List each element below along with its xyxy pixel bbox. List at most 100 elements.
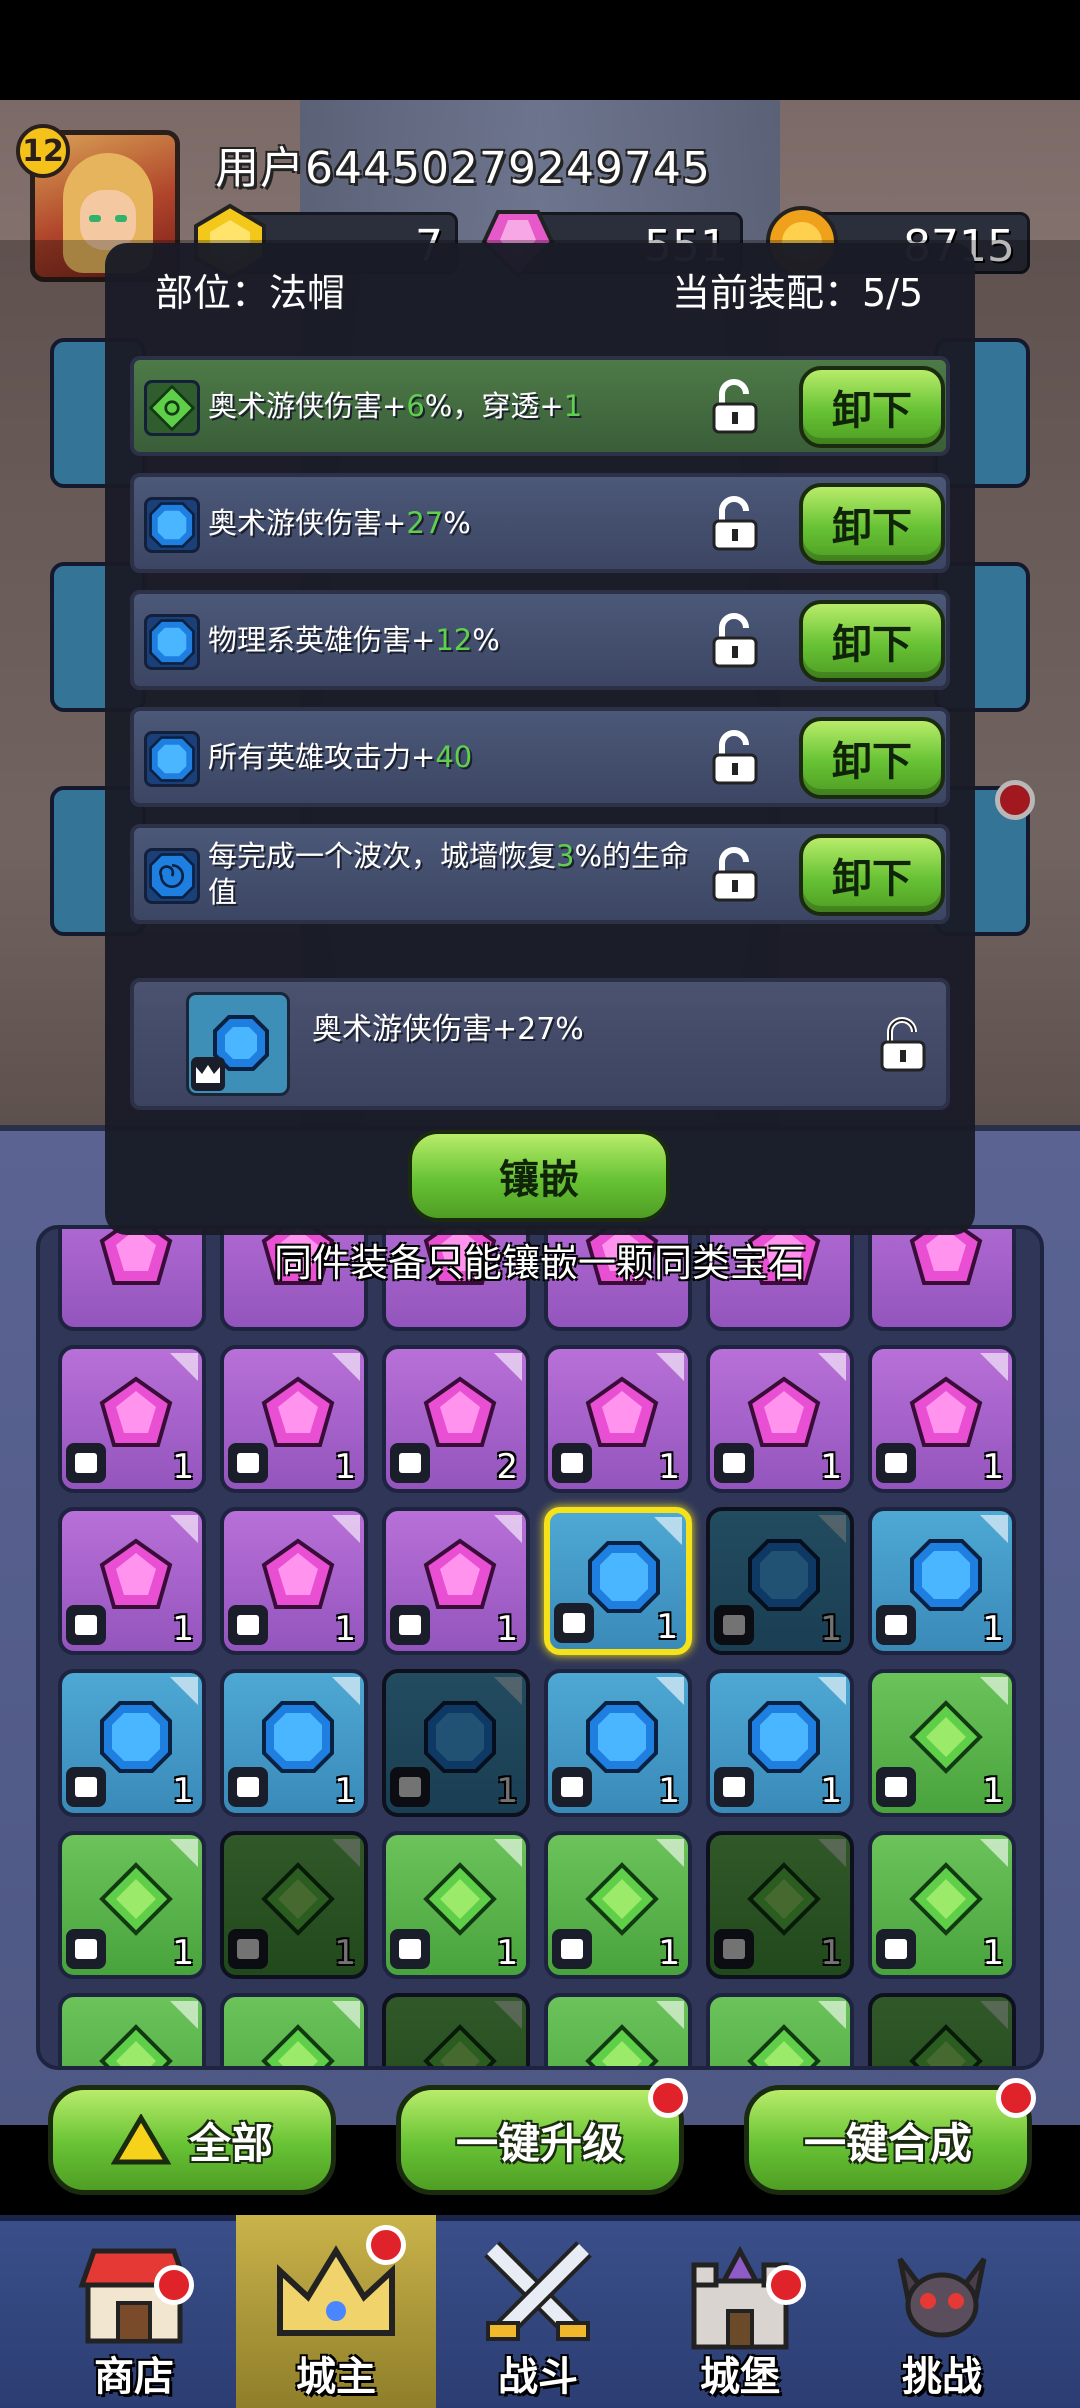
gem-slot[interactable]: 1	[58, 1831, 206, 1979]
gem-count: 1	[334, 1609, 356, 1649]
gem-slot[interactable]: 1	[868, 1831, 1016, 1979]
upgrade-badge	[648, 2078, 688, 2118]
gem-slot[interactable]: 1	[58, 1669, 206, 1817]
remove-gem-button[interactable]: 卸下	[799, 717, 945, 799]
nav-castle[interactable]: 城堡	[640, 2215, 840, 2408]
gem-slot[interactable]: 1	[706, 1507, 854, 1655]
gem-effect-text: 奥术游侠伤害+27%	[208, 506, 471, 540]
player-name: 用户64450279249745	[215, 143, 711, 194]
gem-count: 1	[658, 1771, 680, 1811]
gem-slot[interactable]: 1	[58, 1345, 206, 1493]
lock-open-icon[interactable]	[706, 495, 764, 553]
gem-count: 1	[656, 1607, 678, 1647]
green-gem-icon	[144, 380, 200, 436]
lock-open-icon[interactable]	[706, 846, 764, 904]
gem-slot[interactable]: 1	[706, 1831, 854, 1979]
nav-battle[interactable]: 战斗	[438, 2215, 638, 2408]
gem-count: 2	[496, 1447, 518, 1487]
popup-slot-title: 部位：法帽	[155, 271, 346, 315]
gem-slot[interactable]: 1	[706, 1345, 854, 1493]
lock-open-icon[interactable]	[706, 612, 764, 670]
selected-gem-card[interactable]	[186, 992, 290, 1096]
blue-gem-icon	[144, 497, 200, 553]
gem-effect-text: 每完成一个波次，城墙恢复3%的生命值	[208, 839, 690, 909]
equipped-gem-row: 奥术游侠伤害+27% 卸下	[130, 473, 950, 573]
blue-gem-icon	[144, 731, 200, 787]
gem-effect-text: 奥术游侠伤害+6%，穿透+1	[208, 389, 583, 423]
gem-count: 1	[820, 1609, 842, 1649]
gem-slot[interactable]: 1	[868, 1507, 1016, 1655]
remove-gem-button[interactable]: 卸下	[799, 600, 945, 682]
gem-count: 1	[334, 1933, 356, 1973]
gem-count: 1	[496, 1771, 518, 1811]
gem-slot[interactable]: 1	[58, 1507, 206, 1655]
gem-count: 1	[172, 1609, 194, 1649]
gem-count: 1	[496, 1933, 518, 1973]
crossed-swords-icon	[484, 2241, 592, 2341]
nav-lord[interactable]: 城主	[236, 2215, 436, 2408]
gem-count: 1	[982, 1447, 1004, 1487]
equipped-gem-row: 奥术游侠伤害+6%，穿透+1 卸下	[130, 356, 950, 456]
popup-equip-count: 当前装配：5/5	[672, 271, 924, 315]
gem-slot[interactable]: 1	[544, 1993, 692, 2066]
gem-count: 1	[334, 1447, 356, 1487]
nav-shop[interactable]: 商店	[34, 2215, 234, 2408]
gem-slot[interactable]: 1	[544, 1669, 692, 1817]
equipped-gem-row: 所有英雄攻击力+40 卸下	[130, 707, 950, 807]
gem-count: 1	[820, 1771, 842, 1811]
equipped-gem-row: 物理系英雄伤害+12% 卸下	[130, 590, 950, 690]
inlay-hint: 同件装备只能镶嵌一颗同类宝石	[273, 1241, 806, 1285]
gem-count: 1	[982, 1771, 1004, 1811]
gem-count: 1	[658, 1447, 680, 1487]
inlay-button[interactable]: 镶嵌	[408, 1130, 670, 1222]
remove-gem-button[interactable]: 卸下	[799, 366, 945, 448]
warning-triangle-icon	[110, 2114, 171, 2165]
gem-count: 1	[982, 1609, 1004, 1649]
gem-count: 1	[658, 1933, 680, 1973]
gem-slot[interactable]: 1	[220, 1669, 368, 1817]
gem-slot[interactable]: 1	[220, 1993, 368, 2066]
gem-slot[interactable]: 1	[220, 1831, 368, 1979]
selected-gem-panel: 奥术游侠伤害+27%	[130, 978, 950, 1110]
gem-slot[interactable]: 1	[706, 1993, 854, 2066]
gem-effect-text: 所有英雄攻击力+40	[208, 740, 473, 774]
gem-slot[interactable]: 1	[220, 1345, 368, 1493]
equipped-gem-row: 每完成一个波次，城墙恢复3%的生命值 卸下	[130, 824, 950, 924]
lock-open-icon[interactable]	[874, 1016, 932, 1074]
gem-slot[interactable]: 2	[382, 1345, 530, 1493]
blue-gem-icon	[144, 614, 200, 670]
blue-swirl-gem-icon	[144, 848, 200, 904]
remove-gem-button[interactable]: 卸下	[799, 483, 945, 565]
gem-slot[interactable]: 1	[382, 1507, 530, 1655]
gem-slot[interactable]: 1	[544, 1507, 692, 1655]
gem-slot[interactable]: 1	[382, 1993, 530, 2066]
gem-count: 1	[334, 1771, 356, 1811]
nav-challenge[interactable]: 挑战	[842, 2215, 1042, 2408]
gem-slot[interactable]: 1	[544, 1831, 692, 1979]
gem-slot[interactable]: 2	[868, 1993, 1016, 2066]
gem-inventory-grid[interactable]: 112111111111111111111111111112	[36, 1225, 1044, 2070]
gem-slot[interactable]: 1	[868, 1345, 1016, 1493]
gem-slot[interactable]: 1	[382, 1831, 530, 1979]
selected-gem-text: 奥术游侠伤害+27%	[312, 1012, 584, 1047]
gem-count: 1	[172, 1447, 194, 1487]
gem-slot[interactable]: 1	[220, 1507, 368, 1655]
gem-slot[interactable]: 1	[58, 1993, 206, 2066]
one-click-merge-button[interactable]: 一键合成	[744, 2085, 1032, 2195]
gem-count: 1	[172, 1933, 194, 1973]
crown-slot-icon	[191, 1057, 225, 1091]
gem-slot[interactable]: 1	[382, 1669, 530, 1817]
demon-head-icon	[897, 2257, 987, 2338]
lock-open-icon[interactable]	[706, 729, 764, 787]
gem-slot[interactable]: 1	[706, 1669, 854, 1817]
gem-slot[interactable]: 1	[544, 1345, 692, 1493]
status-bar-area	[0, 0, 1080, 100]
player-level-badge: 12	[16, 124, 70, 178]
gem-count: 1	[820, 1447, 842, 1487]
remove-gem-button[interactable]: 卸下	[799, 834, 945, 916]
lock-open-icon[interactable]	[706, 378, 764, 436]
gem-slot[interactable]: 1	[868, 1669, 1016, 1817]
one-click-upgrade-button[interactable]: 一键升级	[396, 2085, 684, 2195]
filter-all-button[interactable]: 全部	[48, 2085, 336, 2195]
gem-count: 1	[982, 1933, 1004, 1973]
